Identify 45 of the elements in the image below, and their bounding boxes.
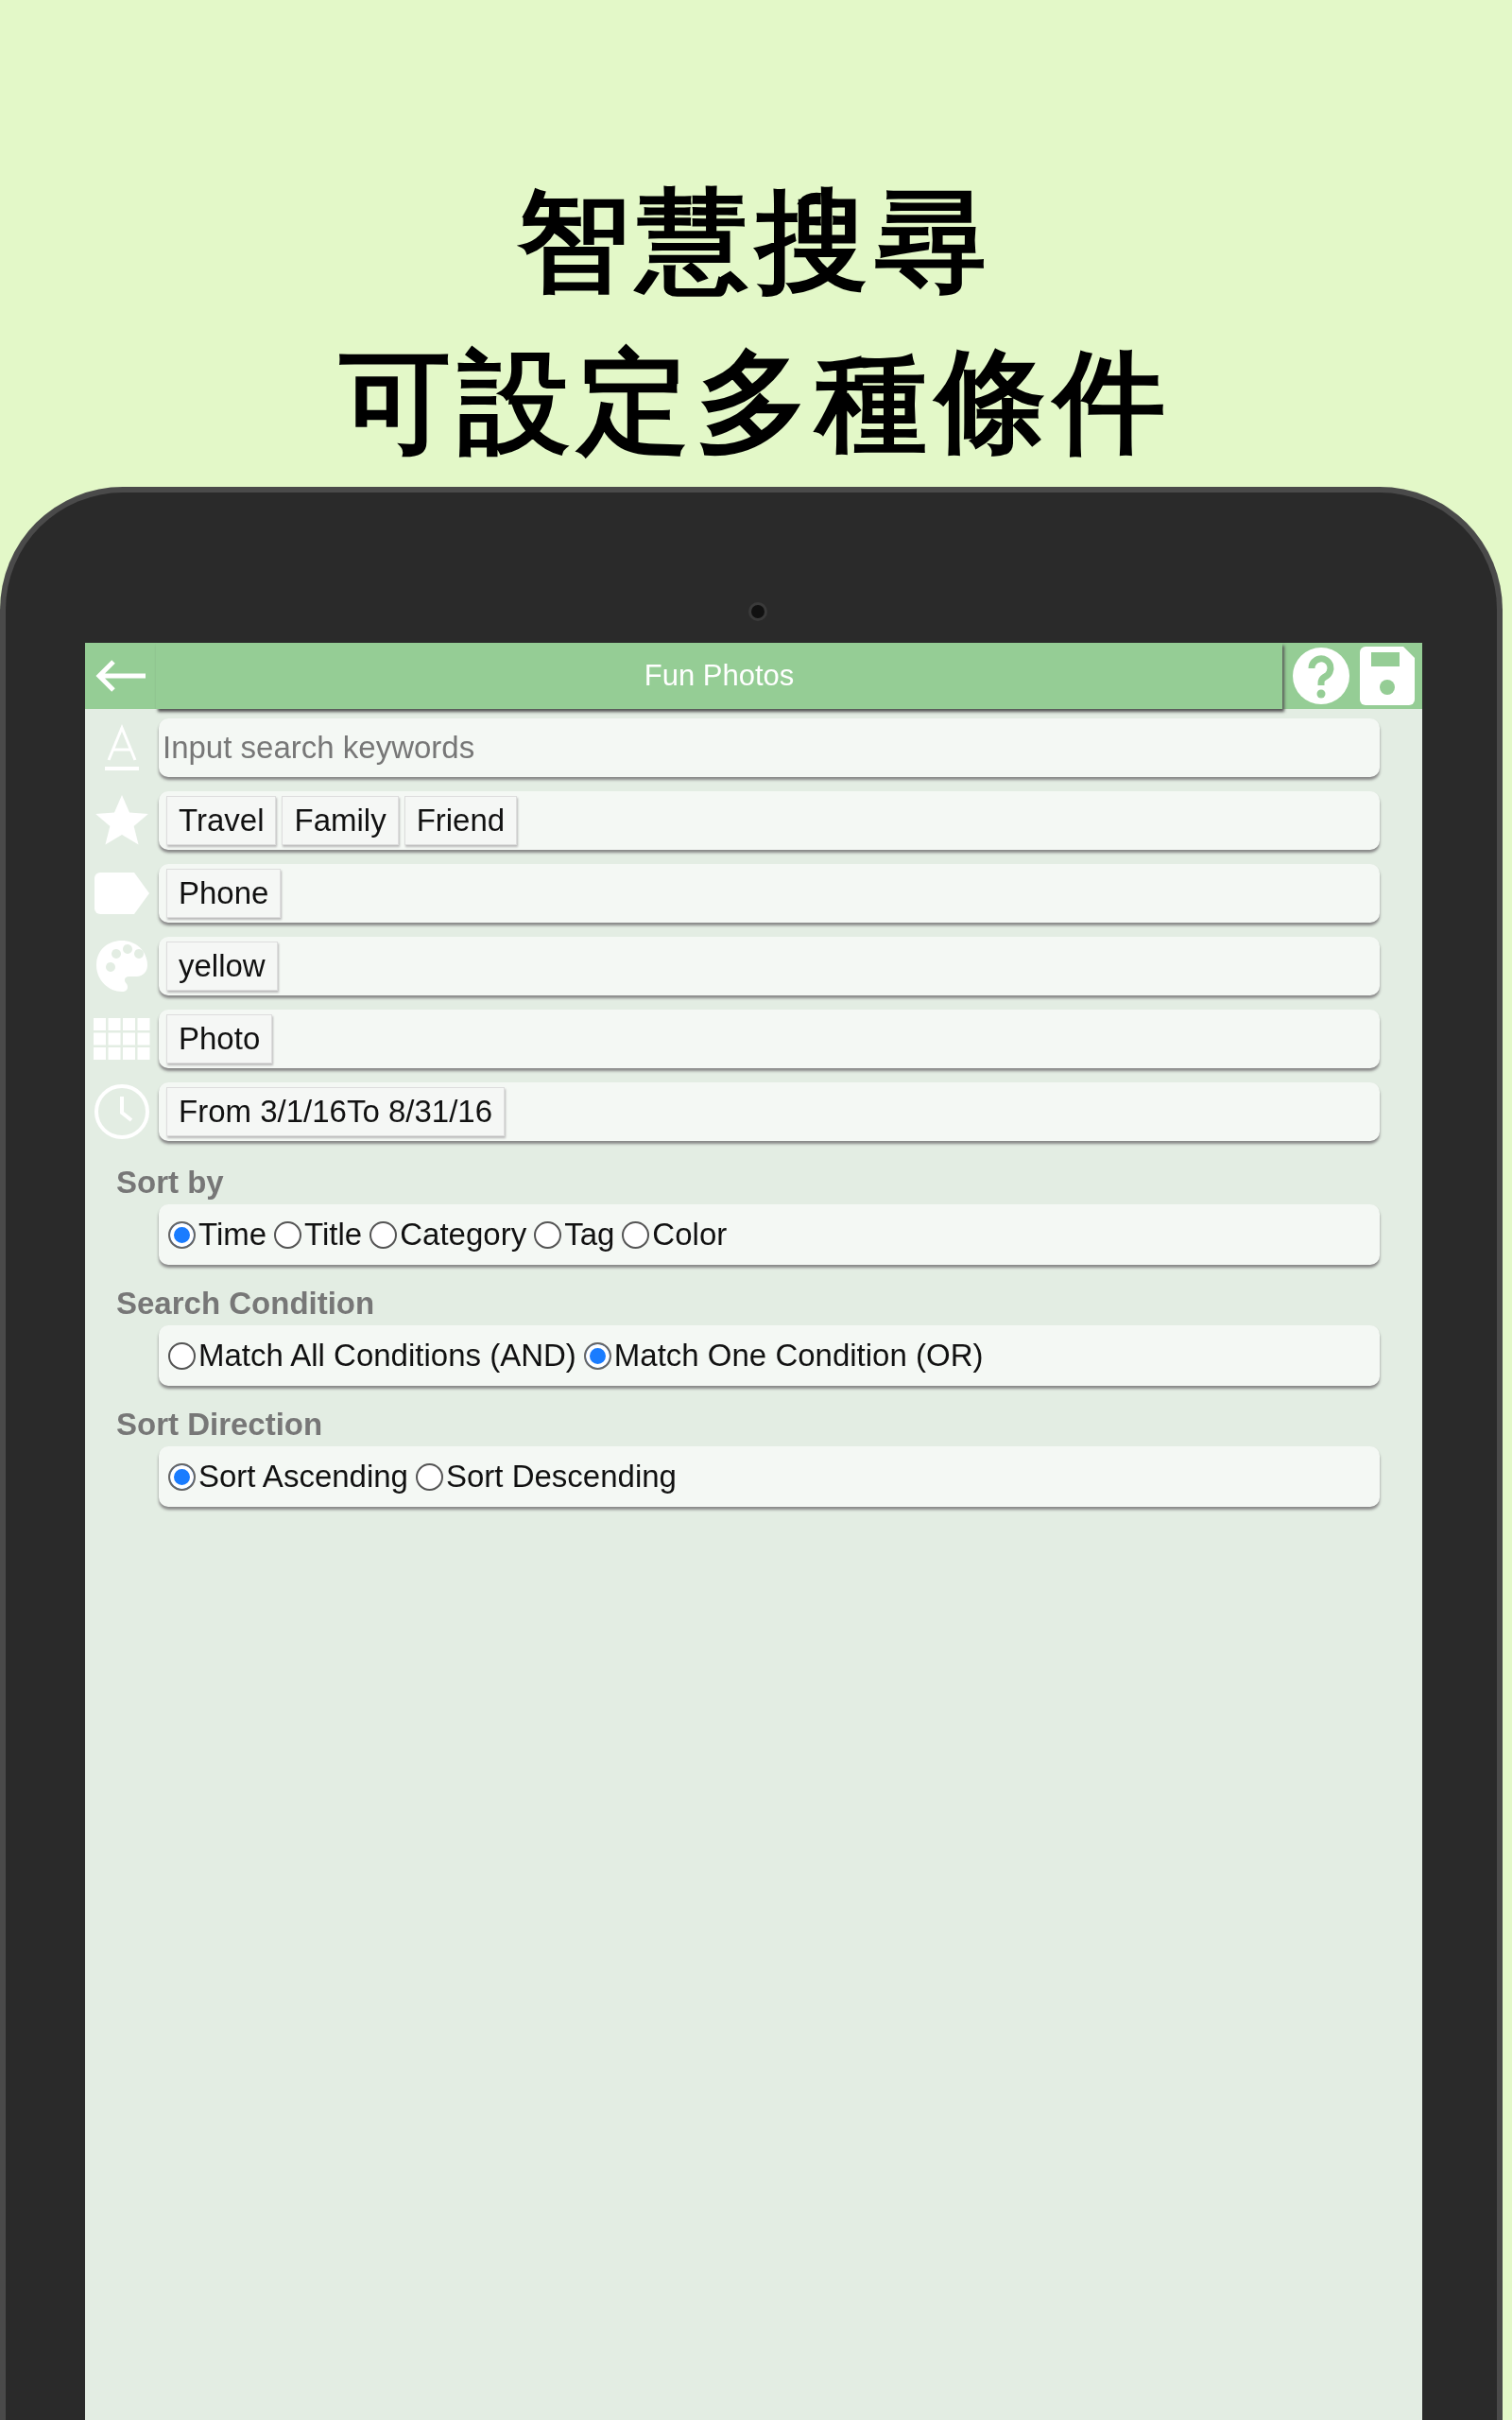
filter-field[interactable]: Phone [159, 864, 1380, 923]
radio-option[interactable]: Color [622, 1217, 728, 1253]
radio-option[interactable]: Match All Conditions (AND) [168, 1338, 576, 1374]
search-field[interactable]: Input search keywords [159, 718, 1380, 777]
headline-text: 智慧搜尋 [518, 175, 994, 308]
radio-option[interactable]: Sort Descending [416, 1459, 677, 1495]
filter-chip[interactable]: Friend [404, 796, 518, 845]
radio-option[interactable]: Category [369, 1217, 527, 1253]
radio-button[interactable] [534, 1220, 562, 1249]
grid-icon [94, 1018, 150, 1060]
filter-field[interactable]: Photo [159, 1010, 1380, 1068]
radio-button[interactable] [369, 1220, 398, 1249]
clock-icon [94, 1083, 150, 1140]
radio-button[interactable] [168, 1341, 196, 1370]
filter-chip[interactable]: From 3/1/16To 8/31/16 [166, 1087, 506, 1136]
filter-chip[interactable]: Phone [166, 869, 282, 918]
filter-chip[interactable]: Travel [166, 796, 277, 845]
palette-icon [94, 939, 149, 994]
text-format-icon [103, 724, 141, 771]
radio-button[interactable] [416, 1462, 443, 1491]
radio-option[interactable]: Sort Ascending [168, 1459, 408, 1495]
radio-option[interactable]: Tag [534, 1217, 615, 1253]
filter-chip[interactable]: Photo [166, 1014, 273, 1063]
camera-lens [748, 602, 767, 621]
app-title: Fun Photos [156, 643, 1282, 709]
radio-button[interactable] [274, 1220, 302, 1249]
section-label: Sort Direction [116, 1407, 323, 1443]
tag-icon [94, 873, 149, 914]
help-icon [1292, 647, 1350, 705]
radio-option[interactable]: Match One Condition (OR) [583, 1338, 984, 1374]
radio-option[interactable]: Time [168, 1217, 267, 1253]
section-label: Search Condition [116, 1286, 375, 1322]
filter-field[interactable]: From 3/1/16To 8/31/16 [159, 1082, 1380, 1141]
filter-field[interactable]: yellow [159, 937, 1380, 995]
radio-option[interactable]: Title [274, 1217, 363, 1253]
filter-chip[interactable]: Family [282, 796, 399, 845]
filter-field[interactable]: Travel Family Friend [159, 791, 1380, 850]
radio-button[interactable] [168, 1220, 196, 1249]
headline-text: 可設定多種條件 [339, 336, 1173, 469]
section-label: Sort by [116, 1165, 224, 1201]
radio-button[interactable] [583, 1341, 611, 1370]
radio-button[interactable] [622, 1220, 650, 1249]
filter-chip[interactable]: yellow [166, 942, 278, 991]
radio-button[interactable] [168, 1462, 196, 1491]
back-arrow-icon [94, 659, 147, 693]
